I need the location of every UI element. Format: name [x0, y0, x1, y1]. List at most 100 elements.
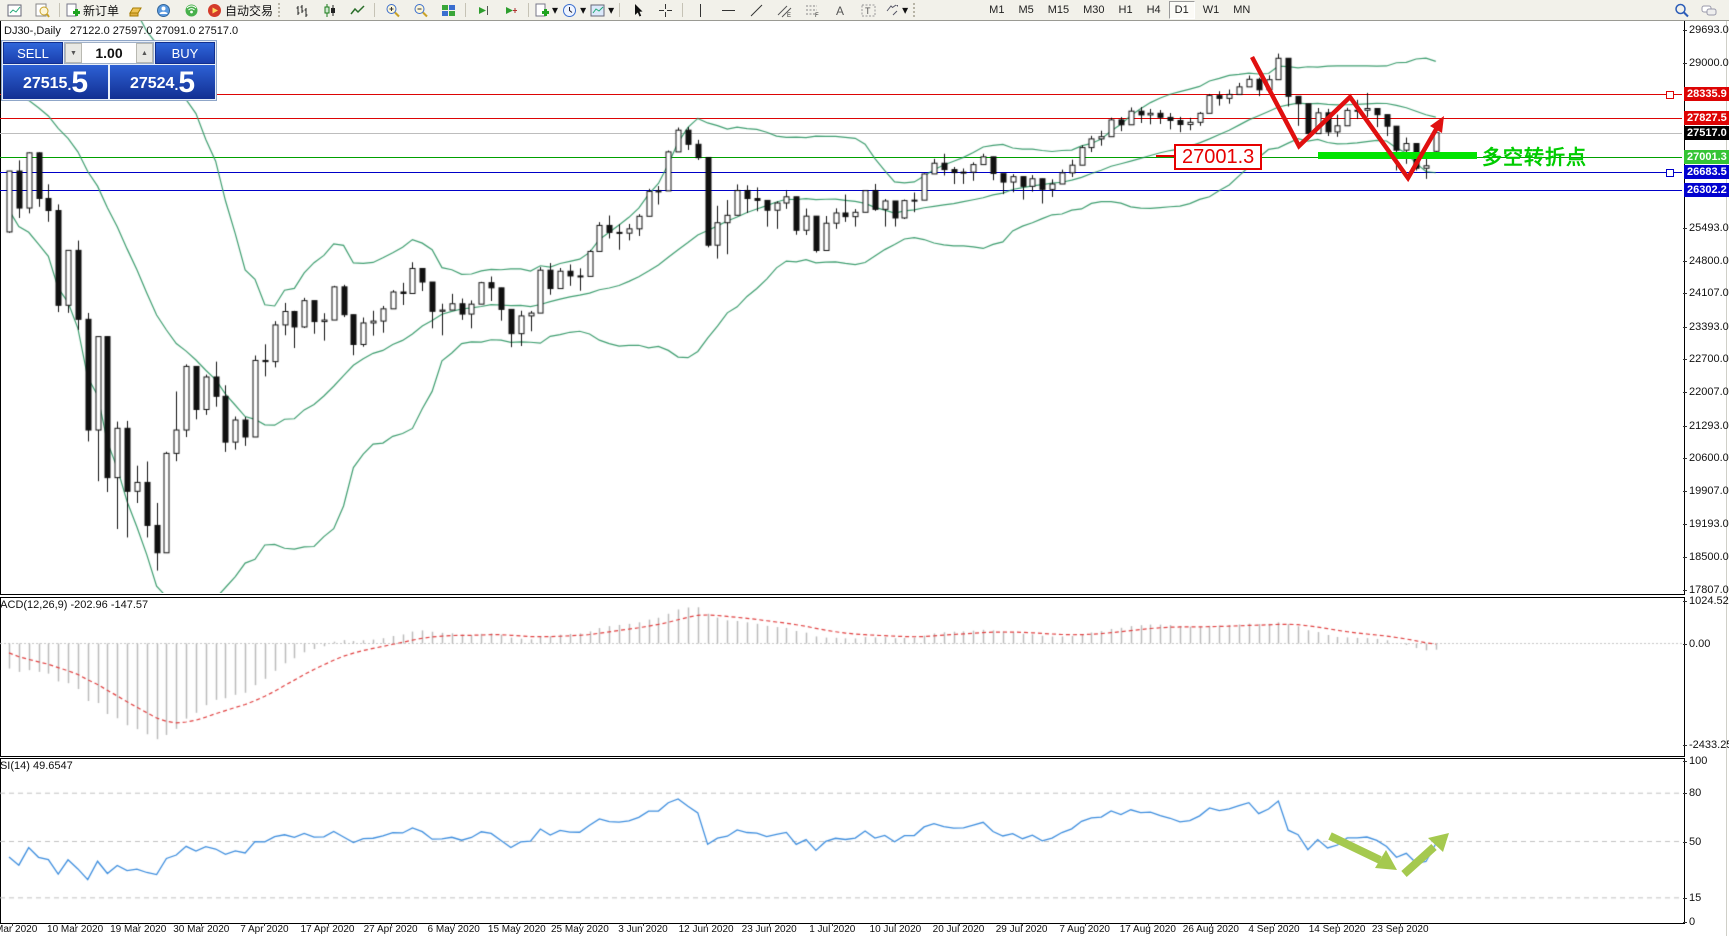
- volume-up-button[interactable]: ▲: [136, 43, 153, 63]
- candlestick-chart-button[interactable]: [315, 1, 343, 19]
- period-dropdown[interactable]: ▾: [560, 1, 588, 19]
- new-chart-dropdown[interactable]: ▾: [532, 1, 560, 19]
- price-axis-tickmark: [1683, 491, 1687, 492]
- turning-point-text[interactable]: 多空转折点: [1482, 141, 1587, 170]
- date-axis-tickmark: [959, 923, 960, 926]
- buy-price-frac: 5: [178, 68, 195, 98]
- zoom-in-button[interactable]: [378, 1, 406, 19]
- text-button[interactable]: A: [826, 1, 854, 19]
- main-chart-canvas[interactable]: [0, 20, 1683, 593]
- indicator-list-icon: [35, 3, 50, 18]
- triangle-down-icon: ▼: [70, 50, 77, 57]
- macd-axis-tickmark: [1683, 745, 1687, 746]
- new-order-button[interactable]: 新订单: [63, 1, 121, 19]
- shapes-dropdown[interactable]: ▾: [882, 1, 910, 19]
- autotrading-icon: [207, 3, 222, 18]
- equidistant-channel-icon: E: [777, 3, 792, 18]
- rsi-axis-tick: 15: [1689, 892, 1701, 904]
- chat-button[interactable]: [1695, 1, 1723, 19]
- price-axis-tickmark: [1683, 392, 1687, 393]
- date-axis-tickmark: [895, 923, 896, 926]
- price-box-leader: [1156, 155, 1174, 157]
- toolbar-separator: [59, 3, 60, 17]
- date-axis-tickmark: [832, 923, 833, 926]
- rsi-canvas[interactable]: [0, 758, 1683, 922]
- macd-axis-tick: 0.00: [1689, 638, 1710, 650]
- signals-icon: [184, 3, 199, 18]
- toolbar: 新订单 自动交易: [0, 0, 1729, 21]
- price-annotation-box[interactable]: 27001.3: [1174, 144, 1262, 170]
- date-axis-tickmark: [328, 923, 329, 926]
- price-axis-tickmark: [1683, 426, 1687, 427]
- community-icon: [156, 3, 171, 18]
- rsi-axis-tick: 100: [1689, 755, 1707, 767]
- label-button[interactable]: T: [854, 1, 882, 19]
- gold-ingot-icon: [128, 3, 143, 18]
- timeframe-button-h1[interactable]: H1: [1113, 1, 1139, 19]
- level-line-handle[interactable]: [1666, 91, 1674, 99]
- trendline-button[interactable]: [742, 1, 770, 19]
- turning-point-bar[interactable]: [1318, 152, 1477, 159]
- vertical-line-button[interactable]: [686, 1, 714, 19]
- timeframe-button-w1[interactable]: W1: [1197, 1, 1226, 19]
- svg-text:T: T: [865, 6, 871, 16]
- chart-shift-button[interactable]: [497, 1, 525, 19]
- clock-icon: [562, 3, 577, 18]
- volume-down-button[interactable]: ▼: [65, 43, 82, 63]
- rsi-axis-tick: 80: [1689, 787, 1701, 799]
- one-click-trade-panel: SELL ▼ 1.00 ▲ BUY 27515.5 27524.5: [1, 40, 217, 101]
- buy-button[interactable]: BUY: [155, 42, 215, 64]
- gold-icon-button[interactable]: [121, 1, 149, 19]
- price-level-badge: 26683.5: [1684, 165, 1729, 179]
- cursor-icon: [630, 3, 645, 18]
- timeframe-button-mn[interactable]: MN: [1227, 1, 1256, 19]
- new-order-icon: [65, 3, 80, 18]
- level-line-handle[interactable]: [1666, 169, 1674, 177]
- autotrading-button[interactable]: 自动交易: [205, 1, 275, 19]
- price-axis-tickmark: [1683, 293, 1687, 294]
- signals-icon-button[interactable]: [177, 1, 205, 19]
- timeframe-button-m5[interactable]: M5: [1012, 1, 1039, 19]
- timeframe-button-m15[interactable]: M15: [1042, 1, 1075, 19]
- price-axis-tick: 21293.0: [1689, 420, 1729, 432]
- zoom-out-icon: [413, 3, 428, 18]
- sell-button[interactable]: SELL: [3, 42, 63, 64]
- zoom-out-button[interactable]: [406, 1, 434, 19]
- search-button[interactable]: [1667, 1, 1695, 19]
- buy-price[interactable]: 27524.5: [110, 65, 215, 99]
- timeframe-button-d1[interactable]: D1: [1169, 1, 1195, 19]
- chart-window-icon-button[interactable]: [0, 1, 28, 19]
- price-axis-tickmark: [1683, 359, 1687, 360]
- toolbar-separator: [619, 3, 620, 17]
- community-icon-button[interactable]: [149, 1, 177, 19]
- chart-ohlc-values: 27122.0 27597.0 27091.0 27517.0: [70, 25, 238, 37]
- horizontal-line-icon: [721, 3, 736, 18]
- chart-window-icon: [7, 3, 22, 18]
- timeframe-button-m30[interactable]: M30: [1077, 1, 1110, 19]
- line-chart-button[interactable]: [343, 1, 371, 19]
- price-axis-tickmark: [1683, 524, 1687, 525]
- template-dropdown[interactable]: ▾: [588, 1, 616, 19]
- tile-windows-button[interactable]: [434, 1, 462, 19]
- indicator-window-icon-button[interactable]: [28, 1, 56, 19]
- sell-price[interactable]: 27515.5: [3, 65, 108, 99]
- date-axis-tickmark: [201, 923, 202, 926]
- timeframe-button-h4[interactable]: H4: [1141, 1, 1167, 19]
- crosshair-button[interactable]: [651, 1, 679, 19]
- autoscroll-button[interactable]: [469, 1, 497, 19]
- dropdown-caret-icon: ▾: [580, 3, 586, 17]
- fibonacci-button[interactable]: F: [798, 1, 826, 19]
- zoom-in-icon: [385, 3, 400, 18]
- buy-price-main: 27524: [130, 70, 175, 98]
- macd-axis-tickmark: [1683, 644, 1687, 645]
- template-icon: [590, 3, 605, 18]
- price-axis-tickmark: [1683, 30, 1687, 31]
- macd-canvas[interactable]: [0, 597, 1683, 755]
- volume-field[interactable]: 1.00: [82, 43, 136, 63]
- channel-button[interactable]: E: [770, 1, 798, 19]
- cursor-button[interactable]: [623, 1, 651, 19]
- bar-chart-button[interactable]: [287, 1, 315, 19]
- horizontal-line-button[interactable]: [714, 1, 742, 19]
- timeframe-button-m1[interactable]: M1: [983, 1, 1010, 19]
- date-axis-tickmark: [75, 923, 76, 926]
